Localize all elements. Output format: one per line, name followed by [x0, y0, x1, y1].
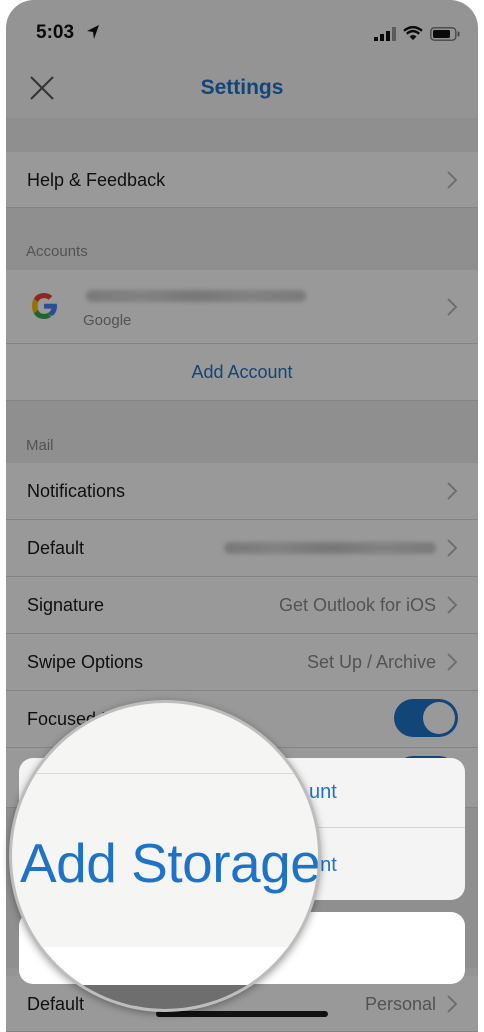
option-text-2: unt	[309, 854, 337, 876]
add-storage-magnified-text[interactable]: Add Storage	[20, 831, 318, 895]
magnifier-cancel-card	[20, 947, 318, 985]
home-indicator	[156, 1011, 328, 1017]
option-text-1: unt	[309, 781, 337, 803]
magnifier-callout: Add Storage	[9, 700, 321, 1012]
magnifier-cancel-area	[12, 947, 318, 1009]
magnifier-divider	[12, 773, 318, 774]
